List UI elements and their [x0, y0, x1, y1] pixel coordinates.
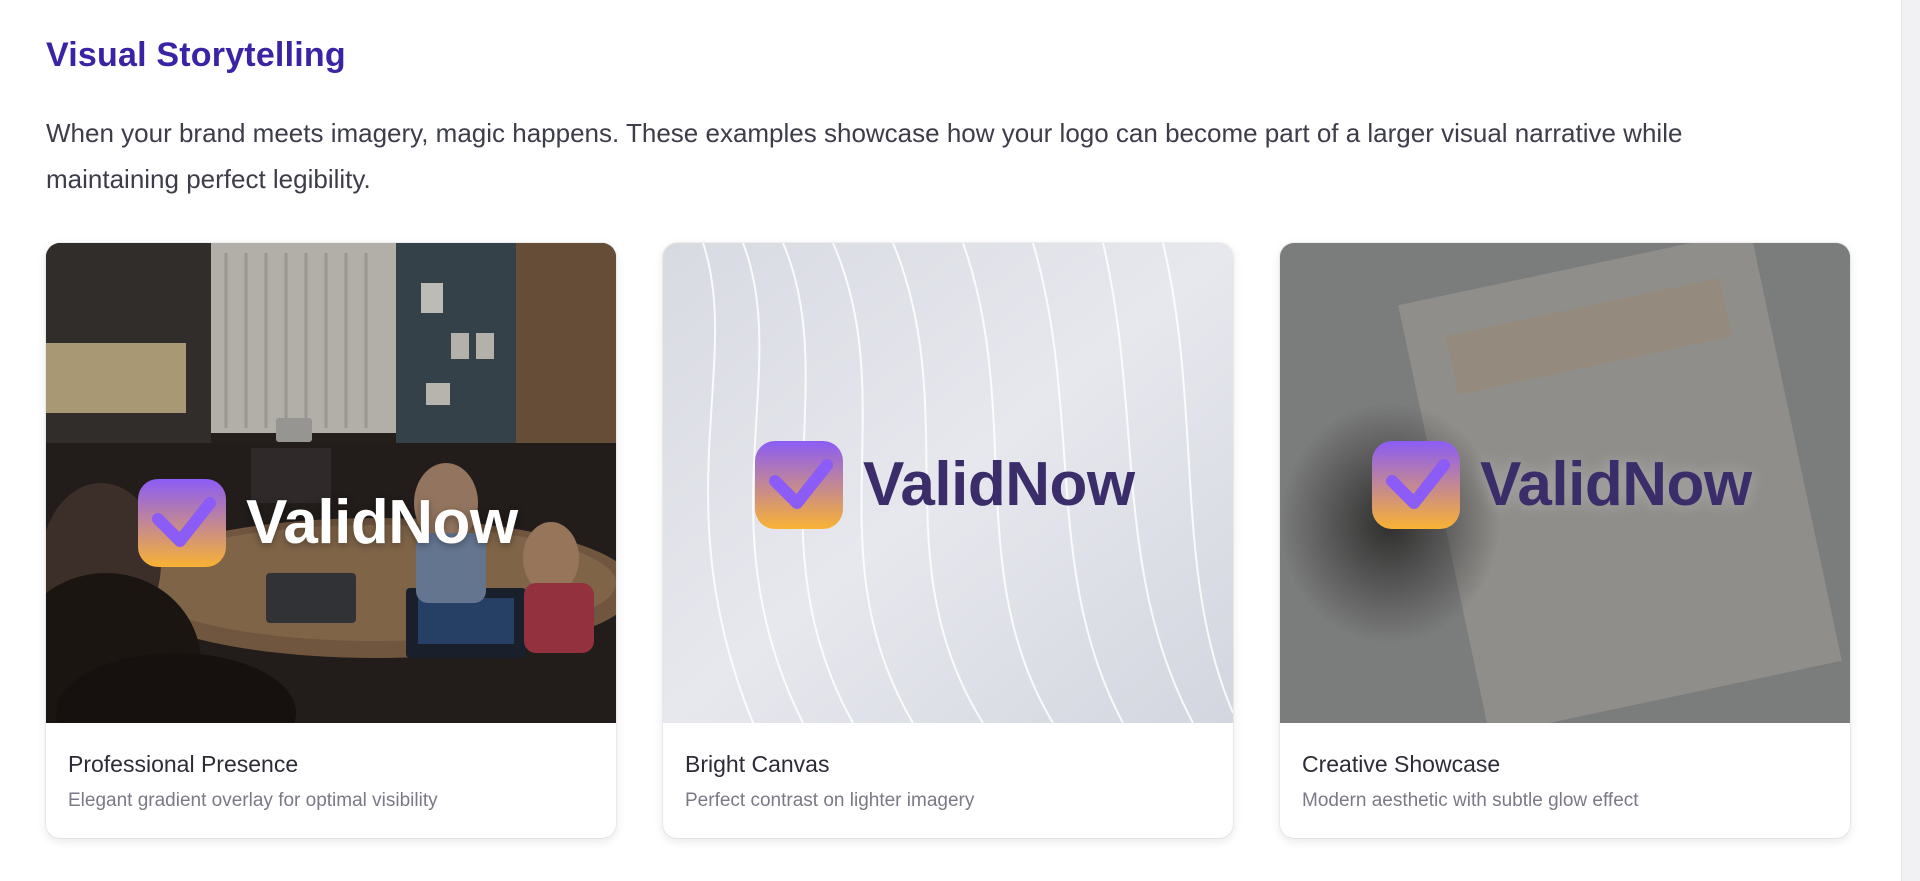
card-subtitle: Elegant gradient overlay for optimal vis… — [68, 790, 438, 811]
brand-wordmark: ValidNow — [863, 450, 1135, 519]
card-image: ValidNow — [46, 243, 616, 723]
section-description: When your brand meets imagery, magic hap… — [46, 118, 1683, 194]
showcase-card-bright[interactable]: ValidNow Bright Canvas Perfect contrast … — [663, 243, 1233, 838]
validnow-check-badge-icon — [755, 441, 843, 529]
card-info: Professional Presence Elegant gradient o… — [68, 751, 594, 812]
section-title: Visual Storytelling — [46, 36, 346, 74]
validnow-check-badge-icon — [1372, 441, 1460, 529]
card-title: Creative Showcase — [1302, 751, 1501, 777]
brand-wordmark: ValidNow — [246, 488, 518, 557]
card-title: Bright Canvas — [685, 751, 830, 777]
brand-logo: ValidNow — [1370, 439, 1752, 531]
validnow-check-badge-icon — [138, 479, 226, 567]
card-title: Professional Presence — [68, 751, 299, 777]
page-scrollbar[interactable] — [1901, 0, 1920, 881]
card-image: ValidNow — [1280, 243, 1850, 723]
card-image: ValidNow — [663, 243, 1233, 723]
showcase-card-professional[interactable]: ValidNow Professional Presence Elegant g… — [46, 243, 616, 838]
card-subtitle: Modern aesthetic with subtle glow effect — [1302, 790, 1639, 811]
showcase-card-creative[interactable]: ValidNow Creative Showcase Modern aesthe… — [1280, 243, 1850, 838]
brand-logo: ValidNow — [136, 477, 518, 569]
card-subtitle: Perfect contrast on lighter imagery — [685, 790, 975, 811]
brand-logo: ValidNow — [753, 439, 1135, 531]
card-info: Creative Showcase Modern aesthetic with … — [1302, 751, 1828, 812]
card-info: Bright Canvas Perfect contrast on lighte… — [685, 751, 1211, 812]
brand-wordmark: ValidNow — [1480, 450, 1752, 519]
